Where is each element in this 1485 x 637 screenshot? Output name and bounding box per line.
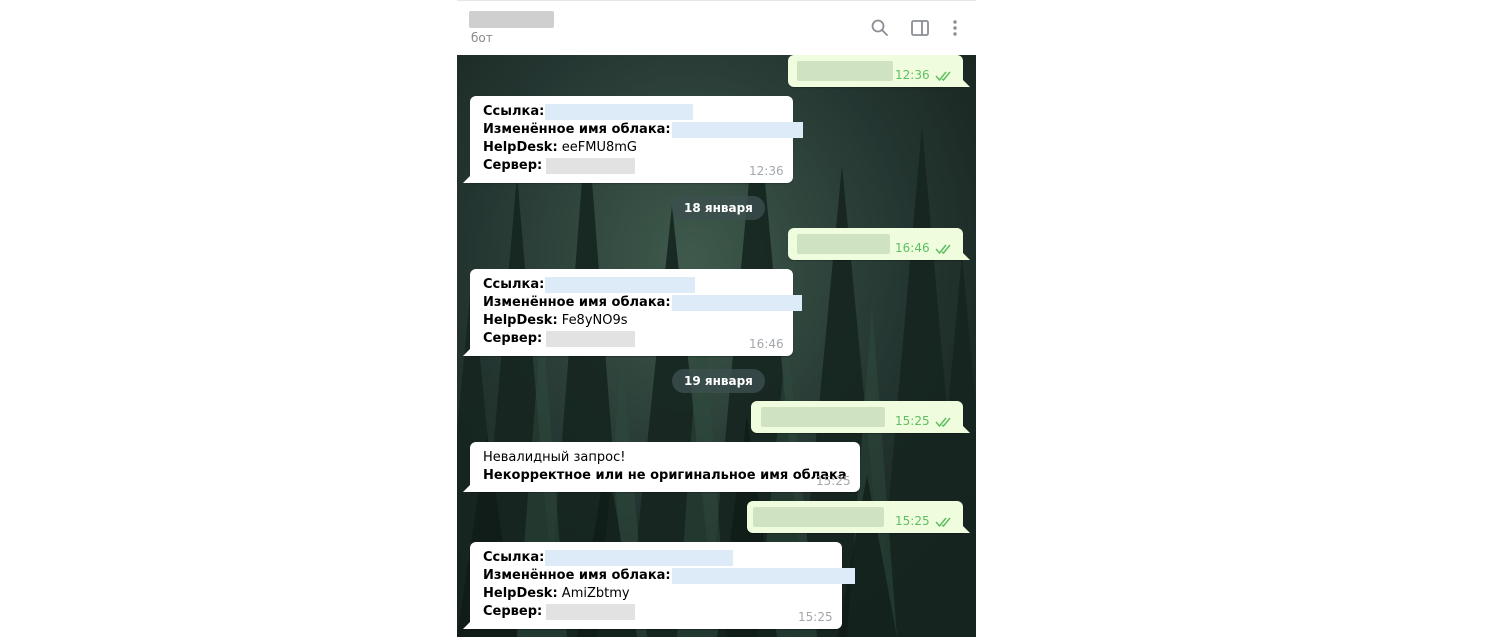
cloud-name-row: Изменённое имя облака: — [483, 294, 802, 312]
outgoing-message[interactable]: 12:36 — [788, 55, 970, 87]
server-row: Сервер: — [483, 330, 636, 348]
helpdesk-label: HelpDesk: — [483, 586, 558, 601]
error-detail: Некорректное или не оригинальное имя обл… — [483, 468, 847, 483]
message-time: 15:25 — [816, 474, 851, 488]
helpdesk-row: HelpDesk: Fe8yNO9s — [483, 312, 628, 330]
cloud-name-label: Изменённое имя облака: — [483, 122, 671, 137]
redacted-server — [546, 603, 636, 620]
helpdesk-value: eeFMU8mG — [561, 140, 638, 155]
read-ticks-icon — [935, 71, 951, 82]
chat-header: бот — [457, 0, 976, 55]
error-title: Невалидный запрос! — [483, 450, 626, 465]
search-icon[interactable] — [870, 18, 890, 38]
link-label: Ссылка: — [483, 104, 545, 119]
helpdesk-row: HelpDesk: eeFMU8mG — [483, 139, 637, 157]
chat-window: бот 12:36 Ссылка: Изменённое имя облака:… — [457, 0, 976, 637]
link-label: Ссылка: — [483, 550, 545, 565]
read-ticks-icon — [935, 417, 951, 428]
redacted-server — [546, 330, 636, 347]
sidebar-toggle-icon[interactable] — [910, 18, 930, 38]
message-time: 16:46 — [749, 337, 784, 351]
incoming-message[interactable]: Ссылка: Изменённое имя облака: HelpDesk:… — [463, 96, 803, 183]
redacted-server — [546, 157, 636, 174]
read-ticks-icon — [935, 244, 951, 255]
cloud-name-label: Изменённое имя облака: — [483, 295, 671, 310]
helpdesk-value: AmiZbtmy — [561, 586, 630, 601]
message-time: 15:25 — [895, 414, 930, 428]
date-separator: 18 января — [672, 196, 765, 220]
redacted-cloud-name — [671, 567, 855, 584]
redacted-text — [753, 507, 884, 527]
server-label: Сервер: — [483, 604, 543, 619]
helpdesk-label: HelpDesk: — [483, 140, 558, 155]
cloud-name-label: Изменённое имя облака: — [483, 568, 671, 583]
redacted-link — [545, 103, 694, 120]
incoming-message[interactable]: Невалидный запрос! Некорректное или не о… — [463, 442, 860, 492]
message-time: 15:25 — [798, 610, 833, 624]
date-separator: 19 января — [672, 369, 765, 393]
outgoing-message[interactable]: 16:46 — [788, 228, 970, 260]
redacted-link — [545, 549, 734, 566]
outgoing-message[interactable]: 15:25 — [751, 401, 970, 433]
message-time: 12:36 — [895, 68, 930, 82]
chat-subtitle: бот — [471, 31, 493, 45]
server-row: Сервер: — [483, 603, 636, 621]
link-row: Ссылка: — [483, 276, 696, 294]
redacted-cloud-name — [671, 121, 803, 138]
link-row: Ссылка: — [483, 549, 734, 567]
read-ticks-icon — [935, 517, 951, 528]
incoming-message[interactable]: Ссылка: Изменённое имя облака: HelpDesk:… — [463, 542, 855, 629]
helpdesk-row: HelpDesk: AmiZbtmy — [483, 585, 630, 603]
link-label: Ссылка: — [483, 277, 545, 292]
message-time: 12:36 — [749, 164, 784, 178]
more-menu-icon[interactable] — [945, 18, 965, 38]
helpdesk-value: Fe8yNO9s — [561, 313, 628, 328]
server-label: Сервер: — [483, 331, 543, 346]
outgoing-message[interactable]: 15:25 — [747, 501, 970, 533]
redacted-text — [797, 61, 893, 81]
server-row: Сервер: — [483, 157, 636, 175]
redacted-text — [797, 234, 890, 254]
helpdesk-label: HelpDesk: — [483, 313, 558, 328]
message-time: 16:46 — [895, 241, 930, 255]
message-time: 15:25 — [895, 514, 930, 528]
server-label: Сервер: — [483, 158, 543, 173]
redacted-cloud-name — [671, 294, 802, 311]
redacted-text — [761, 407, 885, 427]
redacted-link — [545, 276, 696, 293]
cloud-name-row: Изменённое имя облака: — [483, 567, 855, 585]
chat-title-redacted — [469, 11, 554, 28]
incoming-message[interactable]: Ссылка: Изменённое имя облака: HelpDesk:… — [463, 269, 802, 356]
link-row: Ссылка: — [483, 103, 694, 121]
cloud-name-row: Изменённое имя облака: — [483, 121, 803, 139]
